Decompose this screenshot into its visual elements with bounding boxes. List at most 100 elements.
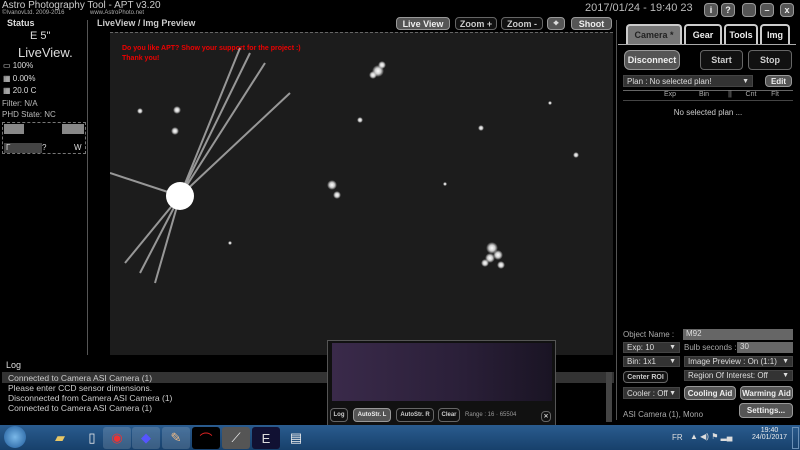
star xyxy=(228,241,232,245)
e-app-icon[interactable]: E xyxy=(252,427,280,449)
paint-icon[interactable]: ✎ xyxy=(162,427,190,449)
show-hidden-icon[interactable]: ▲ xyxy=(690,432,700,441)
cooling-aid-button[interactable]: Cooling Aid xyxy=(684,386,736,400)
log-line[interactable]: Connected to Camera ASI Camera (1) xyxy=(8,373,328,383)
col-exp: Exp xyxy=(663,91,677,98)
clock[interactable]: 19:40 24/01/2017 xyxy=(752,427,787,441)
star xyxy=(333,191,341,199)
center-roi-button[interactable]: Center ROI xyxy=(623,371,668,383)
log-line[interactable]: Connected to Camera ASI Camera (1) xyxy=(8,403,328,413)
star xyxy=(497,261,505,269)
log-line[interactable]: Please enter CCD sensor dimensions. xyxy=(8,383,328,393)
bright-star-spikes xyxy=(110,47,291,284)
tray-icons[interactable]: ▲ ◀) ⚑ ▂▄ xyxy=(690,432,732,441)
zoom-in-button[interactable]: Zoom + xyxy=(455,17,497,30)
roi-select[interactable]: Region Of Interest: Off xyxy=(684,370,793,381)
zoom-out-button[interactable]: Zoom - xyxy=(501,17,543,30)
image-app-icon[interactable]: ⟋ xyxy=(222,427,250,449)
help-button[interactable]: ? xyxy=(721,3,735,17)
shoot-button[interactable]: Shoot xyxy=(571,17,612,30)
explorer-icon[interactable]: ▰ xyxy=(46,427,74,449)
autostretch-r-button[interactable]: AutoStr. R xyxy=(396,408,434,422)
live-view-button[interactable]: Live View xyxy=(396,17,450,30)
camera-info: ASI Camera (1), Mono xyxy=(623,410,704,419)
star xyxy=(548,101,552,105)
log-heading: Log xyxy=(6,360,22,370)
tab-img[interactable]: Img xyxy=(760,24,790,44)
bin-select[interactable]: Bin: 1x1 xyxy=(623,356,680,367)
thermometer-icon: ▦ xyxy=(3,86,13,95)
plan-table: Exp Bin || Cnt Flt No selected plan ... xyxy=(623,90,793,325)
star xyxy=(493,250,503,260)
log-scrollbar[interactable] xyxy=(606,372,612,422)
col-flt: Flt xyxy=(771,91,779,98)
cooler-select[interactable]: Cooler : Off xyxy=(623,387,680,399)
nav-mid[interactable]: ? xyxy=(42,143,46,152)
settings-button[interactable]: Settings... xyxy=(739,403,793,418)
image-preview[interactable]: Do you like APT? Show your support for t… xyxy=(110,32,613,355)
histogram-clear-button[interactable]: Clear xyxy=(438,408,460,422)
window-mode-button[interactable] xyxy=(742,3,756,17)
histogram-log-button[interactable]: Log xyxy=(330,408,348,422)
col-bin: Bin xyxy=(698,91,710,98)
object-name-label: Object Name : xyxy=(623,330,675,339)
histogram-plot xyxy=(332,343,552,401)
exposure-value: Exp: 10 xyxy=(627,343,655,352)
bulb-input[interactable]: 30 xyxy=(737,342,793,353)
clock-time: 19:40 xyxy=(760,427,779,434)
website-link[interactable]: www.AstroPhoto.net xyxy=(90,10,144,16)
volume-icon[interactable]: ◀) xyxy=(700,432,711,441)
notepad-icon[interactable]: ▤ xyxy=(282,427,310,449)
mode-readout: LiveView. xyxy=(18,45,73,60)
tab-gear[interactable]: Gear xyxy=(684,24,722,44)
star xyxy=(573,152,579,158)
start-button[interactable]: Start xyxy=(700,50,743,70)
tab-tools[interactable]: Tools xyxy=(724,24,758,44)
star xyxy=(173,106,181,114)
app-blue-icon[interactable]: ◆ xyxy=(132,427,160,449)
progress-readout: ▭ 100% xyxy=(3,61,34,70)
temp-readout: ▦ 20.0 C xyxy=(3,86,37,95)
camera-icon: ▭ xyxy=(3,61,13,70)
image-preview-select[interactable]: Image Preview : On (1:1) xyxy=(684,356,793,367)
info-button[interactable]: i xyxy=(704,3,718,17)
col-pause: || xyxy=(728,91,732,98)
filter-readout: Filter: N/A xyxy=(2,99,38,108)
nav-right[interactable]: W xyxy=(74,143,82,152)
star xyxy=(478,125,484,131)
network-icon[interactable]: ▂▄ xyxy=(721,432,733,441)
focus-right-handle[interactable] xyxy=(62,124,84,134)
focus-left-handle[interactable] xyxy=(4,124,24,134)
nav-left[interactable]: Г xyxy=(4,143,42,153)
star xyxy=(378,61,386,69)
status-heading: Status xyxy=(7,18,35,28)
tab-camera[interactable]: Camera * xyxy=(626,24,682,44)
disconnect-button[interactable]: Disconnect xyxy=(624,50,680,70)
show-desktop-button[interactable] xyxy=(792,427,799,449)
close-button[interactable]: x xyxy=(780,3,794,17)
divider xyxy=(87,20,88,355)
copyright: ©IvanovLtd. 2009-2016 xyxy=(2,10,65,16)
plan-empty-text: No selected plan ... xyxy=(673,108,743,117)
warming-aid-button[interactable]: Warming Aid xyxy=(740,386,793,400)
star xyxy=(357,117,363,123)
flag-icon[interactable]: ⚑ xyxy=(711,432,720,441)
clock-date: 24/01/2017 xyxy=(752,434,788,441)
log-line[interactable]: Disconnected from Camera ASI Camera (1) xyxy=(8,393,328,403)
autostretch-l-button[interactable]: AutoStr. L xyxy=(353,408,391,422)
start-button[interactable] xyxy=(4,426,26,448)
crosshair-button[interactable]: ⌖ xyxy=(547,17,565,30)
histogram-close-icon[interactable]: ✕ xyxy=(541,411,551,422)
histogram-range: Range : 16 · 65504 xyxy=(465,412,517,418)
exposure-select[interactable]: Exp: 10 xyxy=(623,342,680,353)
language-indicator[interactable]: FR xyxy=(672,433,683,442)
document-icon[interactable]: ▯ xyxy=(78,427,106,449)
edit-plan-button[interactable]: Edit xyxy=(765,75,792,87)
object-name-input[interactable]: M92 xyxy=(683,329,793,340)
apt-icon[interactable]: ⌒ xyxy=(192,427,220,449)
plan-select[interactable]: Plan : No selected plan! xyxy=(623,75,753,87)
stop-button[interactable]: Stop xyxy=(748,50,792,70)
plan-value: Plan : No selected plan! xyxy=(627,76,712,86)
chrome-icon[interactable]: ◉ xyxy=(103,427,131,449)
minimize-button[interactable]: – xyxy=(760,3,774,17)
